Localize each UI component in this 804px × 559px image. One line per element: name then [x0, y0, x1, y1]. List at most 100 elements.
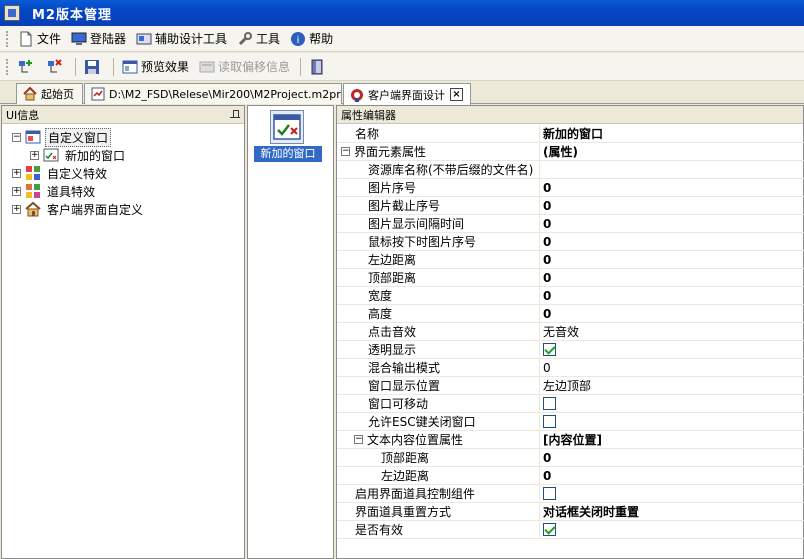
- property-checkbox[interactable]: [543, 487, 556, 500]
- menu-file[interactable]: 文件: [13, 28, 66, 50]
- property-value[interactable]: 0: [540, 233, 804, 250]
- ui-info-panel: UI信息 − 自定义窗口 + 新加的窗口 + 自定义特效 + 道具特效 + 客户…: [1, 105, 245, 559]
- menu-launcher-label: 登陆器: [90, 32, 127, 46]
- property-value[interactable]: 0: [540, 359, 804, 376]
- property-value[interactable]: [540, 161, 804, 178]
- save-button[interactable]: [80, 56, 107, 78]
- property-checkbox[interactable]: [543, 415, 556, 428]
- property-row[interactable]: 左边距离 0: [337, 467, 804, 485]
- tab-project-file[interactable]: D:\M2_FSD\Relese\Mir200\M2Project.m2proj…: [84, 83, 342, 104]
- property-value[interactable]: [内容位置]: [540, 431, 804, 448]
- property-value[interactable]: 新加的窗口: [540, 125, 804, 142]
- menu-tools[interactable]: 工具: [232, 28, 285, 50]
- property-row[interactable]: 顶部距离 0: [337, 449, 804, 467]
- property-name: 鼠标按下时图片序号: [337, 233, 540, 250]
- collapse-icon[interactable]: −: [354, 435, 363, 444]
- property-row[interactable]: − 文本内容位置属性 [内容位置]: [337, 431, 804, 449]
- menu-help-label: 帮助: [309, 32, 334, 46]
- expand-icon[interactable]: +: [12, 186, 21, 196]
- property-value-text: 无音效: [543, 325, 580, 339]
- property-editor-panel: 属性编辑器 名称 新加的窗口 − 界面元素属性 (属性) 资源库名称(不带后缀的文件名) 图…: [336, 105, 804, 559]
- property-row[interactable]: 是否有效: [337, 521, 804, 539]
- menu-help[interactable]: i 帮助: [285, 28, 338, 50]
- property-value[interactable]: (属性): [540, 143, 804, 160]
- property-row[interactable]: 图片序号 0: [337, 179, 804, 197]
- tree-item-item-effects[interactable]: + 道具特效: [2, 182, 244, 200]
- property-row[interactable]: 混合输出模式 0: [337, 359, 804, 377]
- property-row[interactable]: 允许ESC键关闭窗口: [337, 413, 804, 431]
- property-value-text: 0: [543, 198, 552, 213]
- tree-item-custom-window[interactable]: − 自定义窗口: [2, 127, 244, 147]
- expand-icon[interactable]: +: [30, 150, 39, 160]
- property-row[interactable]: 高度 0: [337, 305, 804, 323]
- preview-button[interactable]: 预览效果: [118, 56, 193, 78]
- property-value[interactable]: 0: [540, 449, 804, 466]
- menu-launcher[interactable]: 登陆器: [66, 28, 131, 50]
- property-row[interactable]: 启用界面道具控制组件: [337, 485, 804, 503]
- exit-button[interactable]: [305, 56, 332, 78]
- property-value[interactable]: 无音效: [540, 323, 804, 340]
- property-value[interactable]: 0: [540, 467, 804, 484]
- property-row[interactable]: 窗口显示位置 左边顶部: [337, 377, 804, 395]
- property-value[interactable]: 0: [540, 215, 804, 232]
- property-value[interactable]: 0: [540, 269, 804, 286]
- toolbar-grip[interactable]: [6, 30, 9, 47]
- read-offset-button[interactable]: 读取偏移信息: [195, 56, 294, 78]
- property-value[interactable]: 0: [540, 251, 804, 268]
- tree-item-new-window[interactable]: + 新加的窗口: [2, 146, 244, 164]
- add-node-button[interactable]: [13, 56, 40, 78]
- property-value[interactable]: [540, 485, 804, 502]
- menu-design-tools[interactable]: 辅助设计工具: [131, 28, 232, 50]
- property-row[interactable]: 鼠标按下时图片序号 0: [337, 233, 804, 251]
- property-row[interactable]: 界面道具重置方式 对话框关闭时重置: [337, 503, 804, 521]
- property-row[interactable]: 名称 新加的窗口: [337, 125, 804, 143]
- property-value[interactable]: 0: [540, 305, 804, 322]
- tab-client-ui-design[interactable]: 客户端界面设计 ×: [343, 83, 471, 105]
- property-row[interactable]: 点击音效 无音效: [337, 323, 804, 341]
- expand-icon[interactable]: +: [12, 204, 21, 214]
- close-tab-button[interactable]: ×: [450, 88, 463, 101]
- toolbar-grip-2[interactable]: [6, 58, 9, 75]
- property-row[interactable]: − 界面元素属性 (属性): [337, 143, 804, 161]
- pin-icon[interactable]: [230, 109, 240, 120]
- tab-start-page[interactable]: 起始页: [16, 83, 83, 104]
- tree-item-client-ui-custom[interactable]: + 客户端界面自定义: [2, 200, 244, 218]
- new-window-label[interactable]: 新加的窗口: [254, 146, 322, 162]
- property-checkbox[interactable]: [543, 343, 556, 356]
- toolbar: 预览效果 读取偏移信息: [0, 53, 804, 81]
- property-value[interactable]: 0: [540, 197, 804, 214]
- property-row[interactable]: 图片截止序号 0: [337, 197, 804, 215]
- property-value[interactable]: 对话框关闭时重置: [540, 503, 804, 520]
- property-row[interactable]: 图片显示间隔时间 0: [337, 215, 804, 233]
- collapse-icon[interactable]: −: [341, 147, 350, 156]
- property-value-text: 0: [543, 360, 551, 375]
- property-value[interactable]: 左边顶部: [540, 377, 804, 394]
- expand-icon[interactable]: +: [12, 168, 21, 178]
- property-value[interactable]: [540, 395, 804, 412]
- property-editor-title: 属性编辑器: [341, 108, 396, 122]
- property-checkbox[interactable]: [543, 397, 556, 410]
- property-name-text: 允许ESC键关闭窗口: [368, 415, 476, 429]
- property-row[interactable]: 透明显示: [337, 341, 804, 359]
- property-value-text: 新加的窗口: [543, 127, 604, 141]
- property-value[interactable]: [540, 521, 804, 538]
- property-row[interactable]: 资源库名称(不带后缀的文件名): [337, 161, 804, 179]
- delete-node-button[interactable]: [42, 56, 69, 78]
- property-row[interactable]: 顶部距离 0: [337, 269, 804, 287]
- property-value-text: 0: [543, 252, 552, 267]
- property-value-text: 0: [543, 450, 552, 465]
- collapse-icon[interactable]: −: [12, 132, 21, 142]
- property-value[interactable]: [540, 413, 804, 430]
- property-value[interactable]: 0: [540, 287, 804, 304]
- new-window-icon[interactable]: [270, 110, 304, 144]
- property-row[interactable]: 宽度 0: [337, 287, 804, 305]
- property-value[interactable]: [540, 341, 804, 358]
- property-row[interactable]: 窗口可移动: [337, 395, 804, 413]
- tree-item-custom-effects[interactable]: + 自定义特效: [2, 164, 244, 182]
- property-name: 宽度: [337, 287, 540, 304]
- property-name-text: 是否有效: [355, 523, 404, 537]
- property-row[interactable]: 左边距离 0: [337, 251, 804, 269]
- property-checkbox[interactable]: [543, 523, 556, 536]
- menu-file-label: 文件: [37, 32, 62, 46]
- property-value[interactable]: 0: [540, 179, 804, 196]
